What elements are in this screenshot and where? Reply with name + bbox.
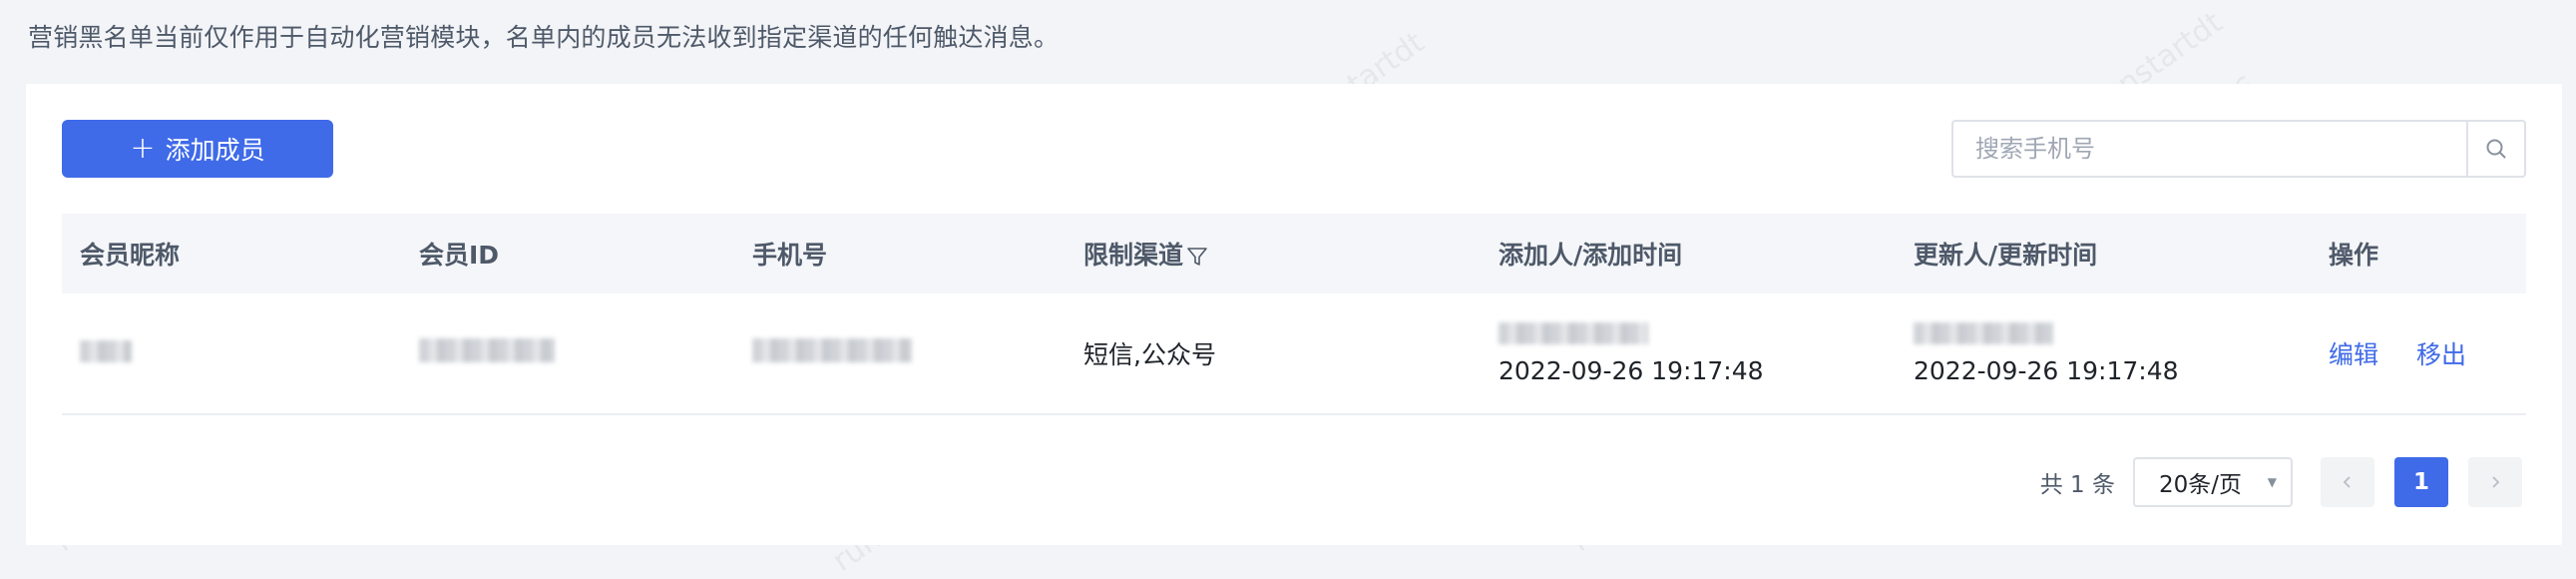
added-time: 2022-09-26 19:17:48	[1499, 355, 1764, 385]
column-header-nickname: 会员昵称	[80, 241, 181, 270]
updated-time: 2022-09-26 19:17:48	[1914, 355, 2179, 385]
blacklist-table: 会员昵称 会员ID 手机号 限制渠道 添加人/添加时间 更新人/更新时间 操作 …	[62, 214, 2526, 415]
channels-header-label: 限制渠道	[1083, 241, 1184, 270]
column-header-actions: 操作	[2329, 241, 2379, 270]
blacklist-panel: + 添加成员 会员昵称 会员ID 手机号 限制渠道 添加人/添加时间 更新人/更…	[26, 84, 2562, 545]
column-header-updated: 更新人/更新时间	[1914, 241, 2098, 270]
next-page-button[interactable]	[2468, 457, 2522, 507]
chevron-right-icon	[2492, 476, 2500, 488]
remove-link[interactable]: 移出	[2416, 340, 2466, 369]
search-button[interactable]	[2466, 122, 2524, 176]
add-member-label: 添加成员	[165, 136, 265, 165]
column-header-member-id: 会员ID	[419, 241, 500, 270]
page-size-select[interactable]: 20条/页 ▼	[2133, 457, 2293, 507]
caret-down-icon: ▼	[2267, 475, 2277, 489]
cell-actions: 编辑 移出	[2311, 335, 2526, 371]
filter-icon[interactable]	[1185, 245, 1209, 269]
table-row: 短信,公众号 2022-09-26 19:17:48 2022-09-26 19…	[62, 293, 2526, 415]
prev-page-button[interactable]	[2321, 457, 2374, 507]
redacted-nickname	[80, 339, 132, 362]
cell-phone	[734, 338, 1066, 368]
column-header-added: 添加人/添加时间	[1499, 241, 1683, 270]
redacted-phone	[752, 338, 912, 362]
search-input[interactable]	[1953, 122, 2466, 176]
cell-channels: 短信,公众号	[1083, 340, 1216, 369]
plus-icon: +	[130, 131, 156, 166]
redacted-added-by	[1499, 321, 1648, 344]
cell-nickname	[62, 339, 401, 368]
redacted-updated-by	[1914, 321, 2053, 344]
column-header-channels: 限制渠道	[1066, 236, 1481, 272]
pagination: 共 1 条 20条/页 ▼ 1	[2040, 457, 2522, 507]
total-count: 共 1 条	[2039, 472, 2115, 498]
chevron-left-icon	[2343, 476, 2351, 488]
phone-search	[1951, 120, 2526, 178]
page-button-1[interactable]: 1	[2394, 457, 2448, 507]
add-member-button[interactable]: + 添加成员	[62, 120, 333, 178]
redacted-member-id	[419, 338, 555, 362]
edit-link[interactable]: 编辑	[2329, 340, 2378, 369]
table-header: 会员昵称 会员ID 手机号 限制渠道 添加人/添加时间 更新人/更新时间 操作	[62, 214, 2526, 293]
cell-updated: 2022-09-26 19:17:48	[1896, 321, 2311, 385]
column-header-phone: 手机号	[752, 241, 828, 270]
blacklist-notice: 营销黑名单当前仅作用于自动化营销模块，名单内的成员无法收到指定渠道的任何触达消息…	[28, 23, 1060, 52]
search-icon	[2486, 139, 2506, 159]
cell-member-id	[401, 338, 734, 368]
page-size-value: 20条/页	[2159, 472, 2243, 498]
cell-added: 2022-09-26 19:17:48	[1481, 321, 1896, 385]
